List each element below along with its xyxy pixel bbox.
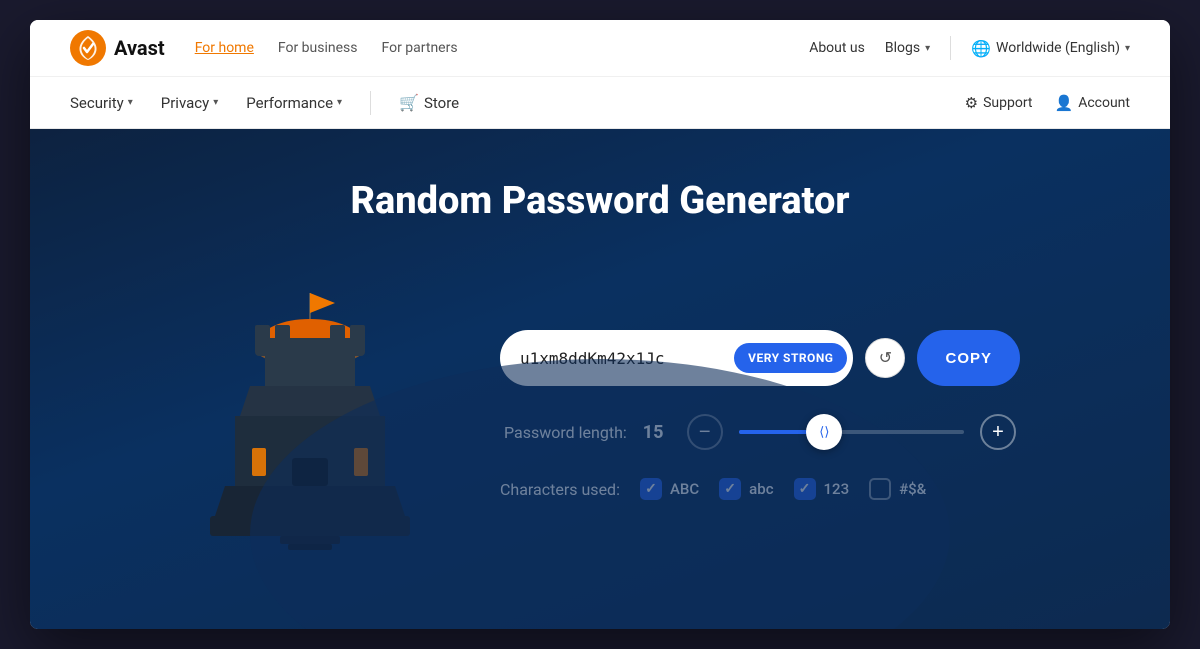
char-abc-label: abc <box>749 480 773 498</box>
support-icon: ⚙ <box>965 94 978 112</box>
logo[interactable]: Avast <box>70 30 165 66</box>
checkbox-abc[interactable]: ✓ <box>719 478 741 500</box>
nav-privacy[interactable]: Privacy ▾ <box>161 77 219 129</box>
password-length-label: Password length: <box>504 423 627 442</box>
nav-about-us[interactable]: About us <box>809 40 865 56</box>
increase-length-button[interactable]: + <box>980 414 1016 450</box>
nav-top-right: About us Blogs ▾ 🌐 Worldwide (English) ▾ <box>809 36 1130 60</box>
page-title: Random Password Generator <box>70 179 1130 223</box>
logo-text: Avast <box>114 36 165 60</box>
char-option-ABC[interactable]: ✓ ABC <box>640 478 699 500</box>
worldwide-chevron-icon: ▾ <box>1125 43 1130 54</box>
nav-bottom-right: ⚙ Support 👤 Account <box>965 94 1130 112</box>
security-chevron-icon: ▾ <box>128 77 133 129</box>
nav-account[interactable]: 👤 Account <box>1055 94 1131 112</box>
nav-support[interactable]: ⚙ Support <box>965 94 1033 112</box>
content-area: u1xm8ddKm42x1Jc VERY STRONG ↺ COPY Passw… <box>70 273 1130 557</box>
privacy-chevron-icon: ▾ <box>213 77 218 129</box>
fortress-svg <box>180 273 440 553</box>
cart-icon: 🛒 <box>399 77 419 129</box>
nav-for-business[interactable]: For business <box>278 40 358 56</box>
checkbox-ABC-mark: ✓ <box>645 481 657 497</box>
copy-button[interactable]: COPY <box>917 330 1020 386</box>
char-ABC-label: ABC <box>670 480 699 498</box>
browser-window: Avast For home For business For partners… <box>30 20 1170 629</box>
globe-icon: 🌐 <box>971 39 991 58</box>
char-special-label: #$& <box>899 480 926 498</box>
slider-thumb-icon: ⟨⟩ <box>819 425 829 440</box>
main-content: Random Password Generator <box>30 129 1170 629</box>
slider-container[interactable]: ⟨⟩ <box>739 414 964 450</box>
checkbox-special[interactable] <box>869 478 891 500</box>
chars-label: Characters used: <box>500 480 620 499</box>
checkbox-abc-mark: ✓ <box>724 481 736 497</box>
nav-security[interactable]: Security ▾ <box>70 77 133 129</box>
checkbox-ABC[interactable]: ✓ <box>640 478 662 500</box>
strength-badge: VERY STRONG <box>734 343 847 373</box>
nav-for-home[interactable]: For home <box>195 40 254 56</box>
char-123-label: 123 <box>824 480 850 498</box>
decrease-length-button[interactable]: − <box>687 414 723 450</box>
password-box: u1xm8ddKm42x1Jc VERY STRONG <box>500 330 853 386</box>
slider-track <box>739 430 964 434</box>
generator-panel: u1xm8ddKm42x1Jc VERY STRONG ↺ COPY Passw… <box>500 330 1020 500</box>
nav-bottom-left: Security ▾ Privacy ▾ Performance ▾ 🛒 Sto… <box>70 77 459 129</box>
char-option-abc[interactable]: ✓ abc <box>719 478 773 500</box>
blogs-chevron-icon: ▾ <box>925 43 930 54</box>
chars-row: Characters used: ✓ ABC ✓ abc <box>500 478 1020 500</box>
nav-top: Avast For home For business For partners… <box>30 20 1170 77</box>
nav-for-partners[interactable]: For partners <box>382 40 458 56</box>
account-icon: 👤 <box>1055 94 1074 112</box>
password-length-value: 15 <box>643 422 671 443</box>
avast-logo-icon <box>70 30 106 66</box>
slider-row: Password length: 15 − ⟨⟩ + <box>500 414 1020 450</box>
nav-top-left: Avast For home For business For partners <box>70 30 458 66</box>
nav-top-links: For home For business For partners <box>195 40 458 56</box>
checkbox-123-mark: ✓ <box>799 481 811 497</box>
nav-bottom-separator <box>370 91 371 115</box>
char-option-123[interactable]: ✓ 123 <box>794 478 850 500</box>
performance-chevron-icon: ▾ <box>337 77 342 129</box>
nav-bottom: Security ▾ Privacy ▾ Performance ▾ 🛒 Sto… <box>30 77 1170 129</box>
fortress-illustration <box>180 273 440 557</box>
password-row: u1xm8ddKm42x1Jc VERY STRONG ↺ COPY <box>500 330 1020 386</box>
nav-worldwide[interactable]: 🌐 Worldwide (English) ▾ <box>971 39 1130 58</box>
nav-blogs[interactable]: Blogs ▾ <box>885 40 930 56</box>
nav-store[interactable]: 🛒 Store <box>399 77 459 129</box>
refresh-button[interactable]: ↺ <box>865 338 905 378</box>
nav-separator <box>950 36 951 60</box>
checkbox-123[interactable]: ✓ <box>794 478 816 500</box>
nav-performance[interactable]: Performance ▾ <box>246 77 342 129</box>
char-option-special[interactable]: #$& <box>869 478 926 500</box>
slider-thumb[interactable]: ⟨⟩ <box>806 414 842 450</box>
password-display: u1xm8ddKm42x1Jc <box>520 349 726 368</box>
